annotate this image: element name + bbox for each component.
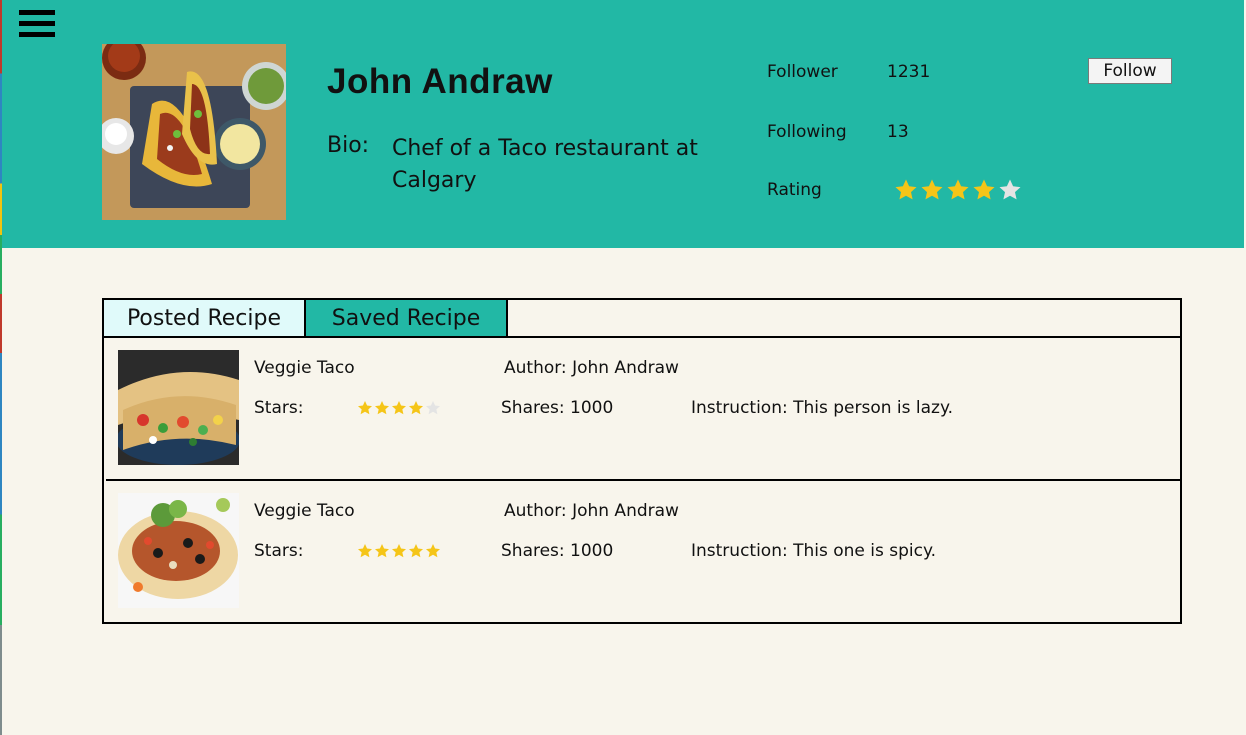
star-icon xyxy=(392,401,406,415)
star-icon xyxy=(999,179,1021,200)
star-icon xyxy=(409,401,423,415)
star-icon xyxy=(947,179,969,200)
recipe-author: Author: John Andraw xyxy=(504,501,679,521)
star-icon xyxy=(973,179,995,200)
star-icon xyxy=(895,179,917,200)
star-icon xyxy=(921,179,943,200)
star-icon xyxy=(426,401,440,415)
recipe-title[interactable]: Veggie Taco xyxy=(254,501,355,521)
profile-name: John Andraw xyxy=(327,62,553,101)
recipe-shares: Shares: 1000 xyxy=(501,541,614,561)
star-icon xyxy=(358,401,372,415)
recipe-instruction: Instruction: This one is spicy. xyxy=(691,541,937,561)
star-icon xyxy=(375,544,389,558)
star-icon xyxy=(409,544,423,558)
follower-count: 1231 xyxy=(887,62,931,82)
recipe-stars xyxy=(357,543,441,559)
star-icon xyxy=(426,544,440,558)
star-icon xyxy=(358,544,372,558)
profile-rating-stars xyxy=(894,178,1022,202)
follow-button[interactable]: Follow xyxy=(1088,58,1172,84)
tab-saved-recipe[interactable]: Saved Recipe xyxy=(306,300,508,338)
recipe-row[interactable]: Veggie Taco Author: John Andraw Stars: S… xyxy=(106,479,1180,620)
rating-label: Rating xyxy=(767,180,822,200)
recipe-author: Author: John Andraw xyxy=(504,358,679,378)
bio-text: Chef of a Taco restaurant at Calgary xyxy=(392,136,698,193)
recipe-row[interactable]: Veggie Taco Author: John Andraw Stars: S… xyxy=(106,336,1180,476)
recipe-tabs: Posted Recipe Saved Recipe xyxy=(104,300,508,338)
recipe-shares: Shares: 1000 xyxy=(501,398,614,418)
recipe-stars-label: Stars: xyxy=(254,541,304,561)
hamburger-menu-icon[interactable] xyxy=(19,10,55,40)
star-icon xyxy=(375,401,389,415)
recipe-instruction: Instruction: This person is lazy. xyxy=(691,398,954,418)
profile-avatar xyxy=(102,44,286,220)
recipe-title[interactable]: Veggie Taco xyxy=(254,358,355,378)
follower-label: Follower xyxy=(767,62,838,82)
profile-header: John Andraw Bio: Chef of a Taco restaura… xyxy=(2,0,1244,248)
following-label: Following xyxy=(767,122,847,142)
recipe-panel: Posted Recipe Saved Recipe Veggie Taco A… xyxy=(102,298,1182,624)
recipe-thumbnail[interactable] xyxy=(118,350,239,465)
recipe-thumbnail[interactable] xyxy=(118,493,239,608)
recipe-stars xyxy=(357,400,441,416)
recipe-stars-label: Stars: xyxy=(254,398,304,418)
following-count: 13 xyxy=(887,122,909,142)
tab-posted-recipe[interactable]: Posted Recipe xyxy=(104,300,306,338)
bio-label: Bio: xyxy=(327,133,370,158)
star-icon xyxy=(392,544,406,558)
